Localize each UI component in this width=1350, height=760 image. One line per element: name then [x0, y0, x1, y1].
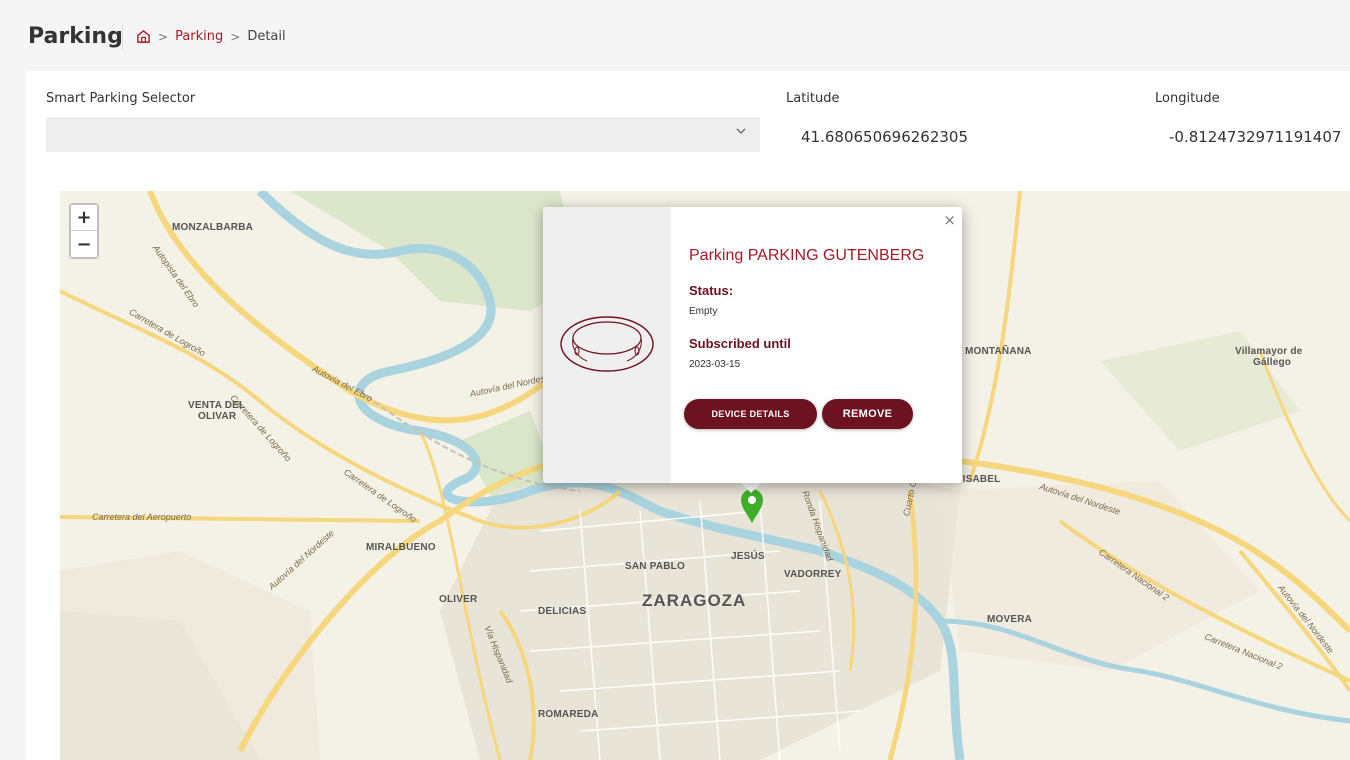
place-label: OLIVER [439, 594, 478, 605]
road-label: Carretera del Aeropuerto [92, 512, 192, 522]
subscribed-value: 2023-03-15 [689, 359, 741, 370]
place-label: SAN PABLO [625, 561, 685, 572]
selector-label: Smart Parking Selector [46, 91, 196, 106]
device-details-button[interactable]: DEVICE DETAILS [684, 399, 817, 429]
breadcrumb-parking[interactable]: Parking [175, 29, 223, 44]
status-value: Empty [689, 306, 718, 317]
place-label: Villamayor de [1235, 346, 1303, 357]
popup-tip [740, 482, 762, 493]
chevron-down-icon [736, 126, 746, 138]
breadcrumb-detail: Detail [247, 29, 286, 44]
device-image [543, 207, 671, 483]
place-label: VADORREY [784, 569, 842, 580]
breadcrumb-separator: > [158, 29, 169, 44]
map-pin-icon[interactable] [740, 488, 764, 529]
page-header: Parking > Parking > Detail [0, 0, 1350, 72]
city-label: ZARAGOZA [642, 591, 747, 610]
close-icon[interactable]: × [943, 211, 956, 229]
page-title: Parking [28, 24, 123, 49]
zoom-in-button[interactable]: + [71, 205, 97, 231]
breadcrumb: > Parking > Detail [136, 29, 286, 44]
place-label: MONZALBARBA [172, 222, 254, 233]
status-label: Status: [689, 283, 734, 298]
latitude-value: 41.680650696262305 [801, 128, 969, 146]
title-divider [122, 24, 123, 50]
place-label: MOVERA [987, 614, 1033, 625]
longitude-value: -0.8124732971191407 [1169, 128, 1342, 146]
place-label: OLIVAR [198, 411, 237, 422]
latitude-label: Latitude [786, 91, 840, 106]
place-label: DELICIAS [538, 606, 587, 617]
popup-title: Parking PARKING GUTENBERG [689, 247, 925, 264]
remove-button[interactable]: REMOVE [822, 399, 913, 429]
longitude-label: Longitude [1155, 91, 1220, 106]
smart-parking-selector[interactable] [46, 117, 760, 152]
place-label: JESÚS [731, 551, 765, 562]
place-label: MIRALBUENO [366, 542, 436, 553]
zoom-out-button[interactable]: − [71, 231, 97, 257]
subscribed-label: Subscribed until [689, 336, 791, 351]
place-label: Gállego [1253, 357, 1292, 368]
home-icon[interactable] [136, 29, 151, 44]
parking-popup: × Parking PARKING GUTENBERG Status: Empt… [543, 207, 962, 483]
breadcrumb-separator: > [230, 29, 241, 44]
parking-sensor-icon [557, 313, 657, 380]
zoom-control: + − [69, 203, 99, 259]
place-label: ROMAREDA [538, 709, 599, 720]
place-label: MONTAÑANA [965, 346, 1032, 357]
